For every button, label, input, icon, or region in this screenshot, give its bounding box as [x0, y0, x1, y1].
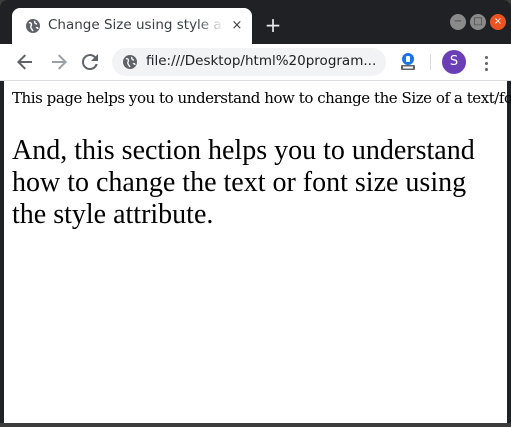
toolbar-divider [430, 54, 431, 70]
address-bar[interactable]: file:///Desktop/html%20program... [112, 48, 386, 76]
tab-close-icon[interactable]: × [228, 17, 246, 35]
page-content: This page helps you to understand how to… [4, 81, 511, 423]
browser-tab[interactable]: Change Size using style at × [12, 8, 252, 44]
reload-icon[interactable] [78, 50, 102, 74]
globe-icon [26, 19, 40, 33]
forward-arrow-icon[interactable] [47, 50, 71, 74]
profile-avatar[interactable]: S [442, 50, 466, 74]
browser-window: Change Size using style at × + − □ × fil… [0, 0, 511, 427]
new-tab-button[interactable]: + [262, 15, 284, 37]
minimize-button[interactable]: − [450, 14, 466, 30]
tab-strip: Change Size using style at × + − □ × [0, 0, 511, 44]
close-window-button[interactable]: × [490, 14, 506, 30]
url-text: file:///Desktop/html%20program... [146, 53, 377, 69]
back-arrow-icon[interactable] [13, 50, 37, 74]
small-text-paragraph: This page helps you to understand how to… [12, 89, 511, 107]
extension-icon[interactable] [398, 52, 418, 72]
browser-toolbar: file:///Desktop/html%20program... S [0, 44, 511, 81]
maximize-button[interactable]: □ [470, 14, 486, 30]
tab-title: Change Size using style at [48, 17, 224, 33]
menu-dots-icon[interactable] [476, 50, 496, 74]
large-text-paragraph: And, this section helps you to understan… [12, 135, 475, 230]
window-frame-bottom [0, 423, 511, 427]
globe-icon [123, 55, 137, 69]
